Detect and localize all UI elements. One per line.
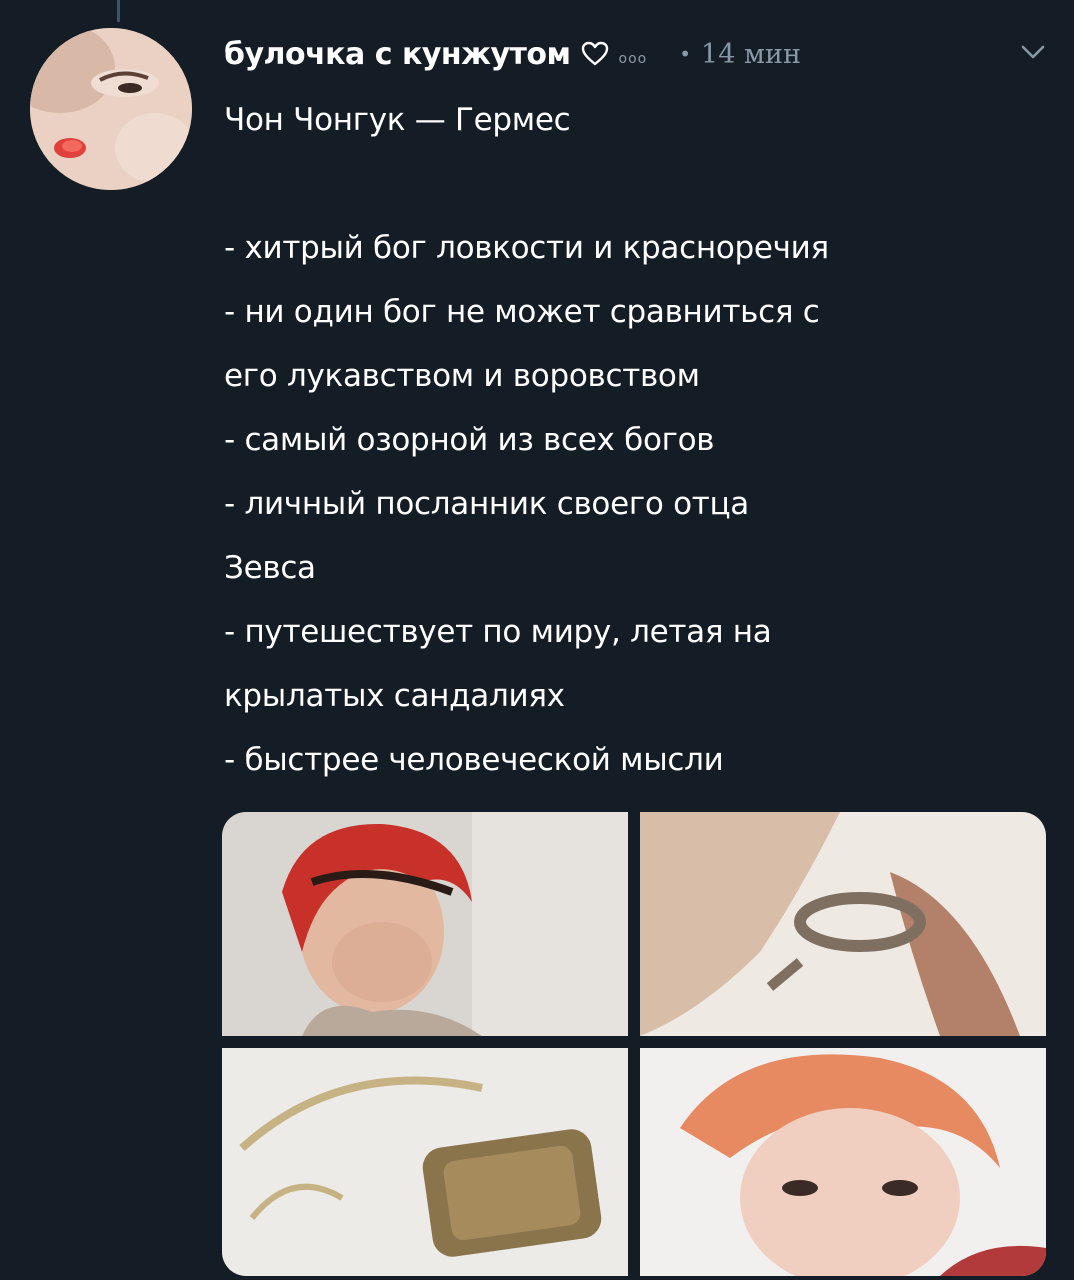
photo-snake-ring[interactable]	[640, 812, 1046, 1036]
photo-orange-hair-portrait[interactable]	[640, 1048, 1046, 1276]
tweet-line: - самый озорной из всех богов	[224, 422, 715, 458]
tweet-line: - хитрый бог ловкости и красноречия	[224, 230, 829, 266]
photo-golden-cuff[interactable]	[222, 1048, 628, 1276]
photo-red-hair-portrait[interactable]	[222, 812, 628, 1036]
emoji-glyph: ooo	[618, 51, 648, 67]
tweet-header: булочка с кунжутом ooo • 14 мин	[224, 26, 1054, 82]
tweet-line: - личный посланник своего отца	[224, 486, 749, 522]
tweet-line: - быстрее человеческой мысли	[224, 742, 724, 778]
tweet-line: его лукавством и воровством	[224, 358, 700, 394]
tweet-body: Чон Чонгук — Гермес - хитрый бог ловкост…	[224, 88, 1054, 792]
timestamp[interactable]: 14 мин	[701, 39, 801, 70]
heart-icon	[581, 41, 608, 66]
photo-red-hair-portrait-image	[222, 812, 628, 1036]
tweet-line: Чон Чонгук — Гермес	[224, 102, 571, 138]
tweet-line: крылатых сандалиях	[224, 678, 565, 714]
tweet-line: - ни один бог не может сравниться с	[224, 294, 820, 330]
avatar[interactable]	[30, 28, 192, 190]
thread-connector-line	[117, 0, 120, 22]
avatar-photo	[30, 28, 192, 190]
tweet-line: Зевса	[224, 550, 316, 586]
photo-orange-hair-portrait-image	[640, 1048, 1046, 1276]
photo-golden-cuff-image	[222, 1048, 628, 1276]
media-grid	[222, 812, 1046, 1276]
chevron-down-icon[interactable]	[1020, 42, 1046, 62]
display-name[interactable]: булочка с кунжутом	[224, 37, 571, 72]
tweet-line: - путешествует по миру, летая на	[224, 614, 772, 650]
photo-snake-ring-image	[640, 812, 1046, 1036]
separator-dot: •	[679, 42, 692, 66]
